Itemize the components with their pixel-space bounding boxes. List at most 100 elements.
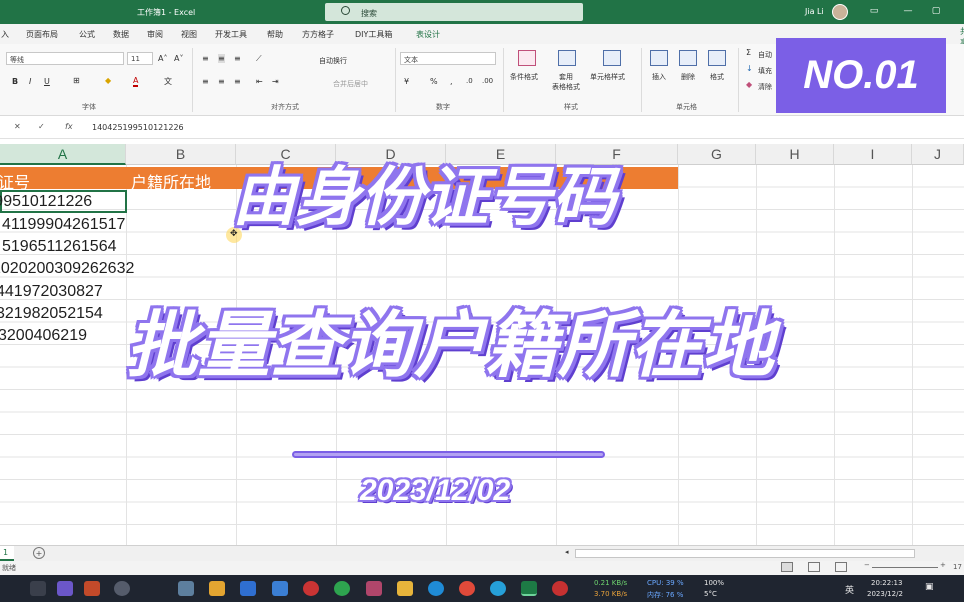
page-break-view-icon[interactable] — [835, 562, 847, 572]
record-icon[interactable] — [552, 581, 568, 596]
enter-icon[interactable]: ✓ — [38, 122, 45, 131]
bold-button[interactable]: B — [12, 77, 18, 86]
grow-font-icon[interactable]: A˄ — [158, 54, 167, 63]
tab-formulas[interactable]: 公式 — [79, 29, 95, 40]
format-cells-icon[interactable] — [708, 50, 726, 66]
ribbon-display-icon[interactable]: ▭ — [868, 5, 880, 17]
cell-styles-button[interactable]: 单元格样式 — [590, 72, 625, 82]
app-icon[interactable] — [57, 581, 73, 596]
phonetic-icon[interactable]: 文 — [164, 76, 172, 87]
comma-icon[interactable]: , — [450, 77, 453, 86]
increase-decimal-icon[interactable]: .0 — [466, 77, 473, 85]
align-left-icon[interactable]: ≡ — [202, 77, 209, 86]
header-cell-location[interactable]: 户籍所在地 — [131, 169, 211, 193]
app-icon[interactable] — [209, 581, 225, 596]
percent-icon[interactable]: % — [430, 77, 438, 86]
column-header-i[interactable]: I — [834, 144, 912, 165]
format-as-table-icon[interactable] — [558, 50, 576, 66]
app-icon[interactable] — [272, 581, 288, 596]
tab-view[interactable]: 视图 — [181, 29, 197, 40]
autosum-icon[interactable]: Σ — [746, 48, 751, 57]
edge-icon[interactable] — [428, 581, 444, 596]
merge-center-button[interactable]: 合并后居中 — [333, 79, 368, 89]
user-name[interactable]: Jia Li — [805, 7, 824, 16]
scroll-left-icon[interactable]: ◂ — [565, 548, 569, 556]
clear-icon[interactable]: ◆ — [746, 80, 752, 89]
id-cell[interactable]: 140425199510121226 — [0, 193, 92, 211]
orientation-icon[interactable]: ⟋ — [256, 54, 262, 64]
app-icon[interactable] — [240, 581, 256, 596]
column-header-h[interactable]: H — [756, 144, 834, 165]
id-cell[interactable]: 3200406219 — [0, 327, 87, 345]
file-explorer-icon[interactable] — [397, 581, 413, 596]
number-format-select[interactable]: 文本 — [400, 52, 496, 65]
tab-review[interactable]: 审阅 — [147, 29, 163, 40]
format-as-table-button[interactable]: 套用 表格格式 — [546, 72, 586, 92]
app-icon[interactable] — [178, 581, 194, 596]
tab-table-design[interactable]: 表设计 — [416, 29, 440, 40]
id-cell[interactable]: 441972030827 — [0, 283, 103, 301]
zoom-level[interactable]: 17 — [953, 563, 962, 571]
align-center-icon[interactable]: ≡ — [218, 77, 225, 86]
autosum-button[interactable]: 自动 — [758, 50, 772, 60]
column-header-g[interactable]: G — [678, 144, 756, 165]
decrease-decimal-icon[interactable]: .00 — [482, 77, 493, 85]
conditional-format-button[interactable]: 条件格式 — [510, 72, 538, 82]
indent-increase-icon[interactable]: ⇥ — [272, 77, 279, 86]
avatar[interactable] — [832, 4, 848, 20]
maximize-button[interactable]: ▢ — [930, 5, 942, 17]
tab-data[interactable]: 数据 — [113, 29, 129, 40]
page-layout-view-icon[interactable] — [808, 562, 820, 572]
horizontal-scrollbar[interactable] — [575, 549, 915, 558]
insert-cells-button[interactable]: 插入 — [652, 72, 666, 82]
app-icon[interactable] — [114, 581, 130, 596]
italic-button[interactable]: I — [29, 77, 31, 86]
font-color-icon[interactable]: A — [133, 76, 139, 87]
align-top-icon[interactable]: ≡ — [202, 54, 209, 63]
column-header-a[interactable]: A — [0, 144, 126, 165]
fill-color-icon[interactable]: ◆ — [105, 76, 111, 85]
id-cell[interactable]: 321982052154 — [0, 305, 103, 323]
app-icon[interactable] — [334, 581, 350, 596]
clock-date[interactable]: 2023/12/2 — [867, 590, 903, 598]
underline-button[interactable]: U — [44, 77, 50, 86]
tab-developer[interactable]: 开发工具 — [215, 29, 247, 40]
sheet-tab[interactable]: 1 — [0, 546, 14, 561]
zoom-in-icon[interactable]: + — [940, 561, 946, 569]
notification-icon[interactable]: ▣ — [925, 582, 934, 592]
id-cell[interactable]: 41199904261517 — [2, 216, 125, 234]
tab-help[interactable]: 帮助 — [267, 29, 283, 40]
tab-page-layout[interactable]: 页面布局 — [26, 29, 58, 40]
format-cells-button[interactable]: 格式 — [710, 72, 724, 82]
tab-diy-toolbox[interactable]: DIY工具箱 — [355, 29, 392, 40]
app-icon[interactable] — [490, 581, 506, 596]
borders-icon[interactable]: ⊞ — [73, 76, 80, 85]
tab-insert[interactable]: 入 — [1, 29, 9, 40]
column-header-j[interactable]: J — [912, 144, 964, 165]
font-size-select[interactable]: 11 — [127, 52, 153, 65]
fill-button[interactable]: 填充 — [758, 66, 772, 76]
clock-time[interactable]: 20:22:13 — [871, 579, 902, 587]
normal-view-icon[interactable] — [781, 562, 793, 572]
wrap-text-button[interactable]: 自动换行 — [319, 56, 347, 66]
align-bottom-icon[interactable]: ≡ — [234, 54, 241, 63]
cell-styles-icon[interactable] — [603, 50, 621, 66]
currency-icon[interactable]: ¥ — [404, 77, 409, 86]
fill-icon[interactable]: ↓ — [746, 64, 753, 73]
insert-cells-icon[interactable] — [650, 50, 668, 66]
zoom-out-icon[interactable]: − — [864, 561, 870, 569]
id-cell[interactable]: 5196511261564 — [2, 238, 117, 256]
font-name-select[interactable]: 等线 — [6, 52, 124, 65]
chrome-icon[interactable] — [459, 581, 475, 596]
tab-fangfang[interactable]: 方方格子 — [302, 29, 334, 40]
fx-icon[interactable]: fx — [65, 122, 73, 131]
app-icon[interactable] — [366, 581, 382, 596]
ime-indicator[interactable]: 英 — [845, 583, 854, 596]
align-middle-icon[interactable]: ≡ — [218, 54, 225, 63]
indent-decrease-icon[interactable]: ⇤ — [256, 77, 263, 86]
zoom-slider[interactable] — [872, 567, 938, 568]
app-icon[interactable] — [303, 581, 319, 596]
conditional-format-icon[interactable] — [518, 50, 536, 66]
column-header-b[interactable]: B — [126, 144, 236, 165]
add-sheet-icon[interactable]: + — [33, 547, 45, 559]
